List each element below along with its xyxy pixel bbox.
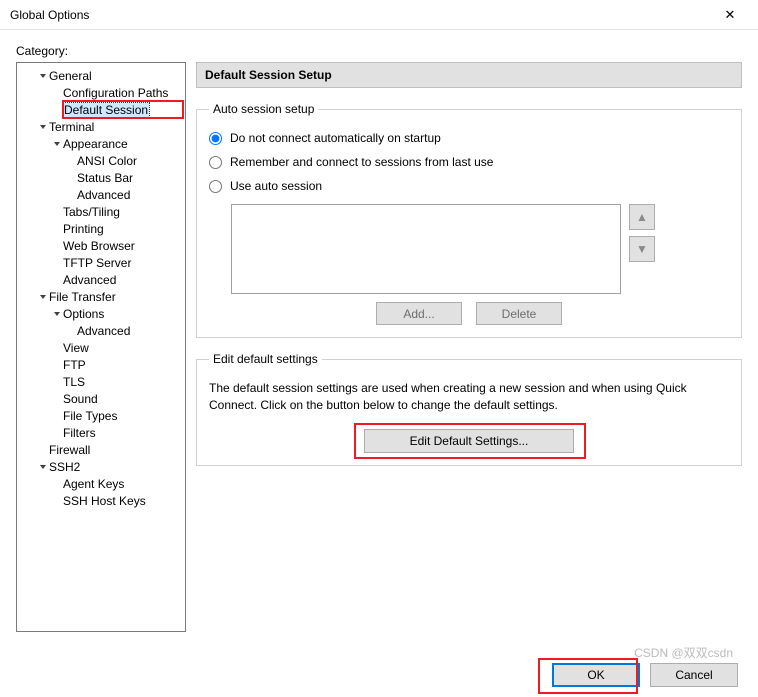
edit-defaults-description: The default session settings are used wh… [209, 380, 729, 415]
tree-item-label: Configuration Paths [63, 86, 168, 100]
chevron-down-icon[interactable] [51, 140, 63, 148]
edit-defaults-group: Edit default settings The default sessio… [196, 352, 742, 466]
tree-item-label: Default Session [63, 103, 149, 117]
tree-item-label: File Types [63, 409, 117, 423]
radio-use-auto[interactable]: Use auto session [209, 174, 729, 198]
titlebar: Global Options ✕ [0, 0, 758, 30]
tree-item-agent-keys[interactable]: Agent Keys [17, 475, 185, 492]
radio-use-auto-label: Use auto session [230, 179, 322, 193]
tree-item-label: Status Bar [77, 171, 133, 185]
tree-item-web-browser[interactable]: Web Browser [17, 237, 185, 254]
radio-remember[interactable]: Remember and connect to sessions from la… [209, 150, 729, 174]
window-title: Global Options [10, 8, 89, 22]
tree-item-label: Tabs/Tiling [63, 205, 120, 219]
tree-item-printing[interactable]: Printing [17, 220, 185, 237]
tree-item-label: ANSI Color [77, 154, 137, 168]
auto-session-group: Auto session setup Do not connect automa… [196, 102, 742, 338]
tree-item-label: SSH2 [49, 460, 80, 474]
tree-item-sound[interactable]: Sound [17, 390, 185, 407]
tree-item-advanced[interactable]: Advanced [17, 186, 185, 203]
listbox-actions: Add... Delete [209, 302, 729, 325]
arrow-down-icon: ▼ [636, 242, 648, 256]
auto-session-legend: Auto session setup [209, 102, 318, 116]
cancel-button[interactable]: Cancel [650, 663, 738, 687]
tree-item-label: General [49, 69, 92, 83]
tree-item-options[interactable]: Options [17, 305, 185, 322]
chevron-down-icon[interactable] [37, 72, 49, 80]
reorder-buttons: ▲ ▼ [629, 204, 655, 262]
radio-do-not-connect-label: Do not connect automatically on startup [230, 131, 441, 145]
tree-item-label: SSH Host Keys [63, 494, 146, 508]
section-header: Default Session Setup [196, 62, 742, 88]
radio-remember-label: Remember and connect to sessions from la… [230, 155, 493, 169]
session-listbox[interactable] [231, 204, 621, 294]
columns: General Configuration Paths Default Sessio… [16, 62, 742, 645]
tree-item-ansi-color[interactable]: ANSI Color [17, 152, 185, 169]
tree-item-label: Filters [63, 426, 96, 440]
edit-default-settings-button[interactable]: Edit Default Settings... [364, 429, 574, 453]
tree-item-tabs-tiling[interactable]: Tabs/Tiling [17, 203, 185, 220]
tree-item-advanced[interactable]: Advanced [17, 322, 185, 339]
tree-item-label: Terminal [49, 120, 94, 134]
tree-item-file-types[interactable]: File Types [17, 407, 185, 424]
radio-do-not-connect[interactable]: Do not connect automatically on startup [209, 126, 729, 150]
tree-item-label: Advanced [63, 273, 116, 287]
tree-item-label: Sound [63, 392, 98, 406]
edit-defaults-legend: Edit default settings [209, 352, 322, 366]
tree-item-status-bar[interactable]: Status Bar [17, 169, 185, 186]
radio-use-auto-input[interactable] [209, 180, 222, 193]
tree-item-label: Advanced [77, 324, 130, 338]
chevron-down-icon[interactable] [51, 310, 63, 318]
tree-item-label: TFTP Server [63, 256, 131, 270]
tree-item-label: FTP [63, 358, 86, 372]
tree-item-label: Firewall [49, 443, 90, 457]
delete-button[interactable]: Delete [476, 302, 562, 325]
arrow-up-icon: ▲ [636, 210, 648, 224]
ok-button[interactable]: OK [552, 663, 640, 687]
chevron-down-icon[interactable] [37, 293, 49, 301]
tree-item-default-session[interactable]: Default Session [17, 101, 185, 118]
tree-item-firewall[interactable]: Firewall [17, 441, 185, 458]
tree-item-configuration-paths[interactable]: Configuration Paths [17, 84, 185, 101]
tree-item-ftp[interactable]: FTP [17, 356, 185, 373]
tree-item-ssh-host-keys[interactable]: SSH Host Keys [17, 492, 185, 509]
edit-defaults-button-wrap: Edit Default Settings... [209, 429, 729, 453]
tree-item-label: Advanced [77, 188, 130, 202]
close-icon[interactable]: ✕ [710, 7, 750, 23]
tree-item-label: Options [63, 307, 104, 321]
tree-item-tls[interactable]: TLS [17, 373, 185, 390]
content-area: Category: General Configuration Paths Defa… [0, 30, 758, 697]
tree-item-tftp-server[interactable]: TFTP Server [17, 254, 185, 271]
chevron-down-icon[interactable] [37, 123, 49, 131]
tree-item-label: View [63, 341, 89, 355]
move-up-button[interactable]: ▲ [629, 204, 655, 230]
tree-item-ssh2[interactable]: SSH2 [17, 458, 185, 475]
radio-do-not-connect-input[interactable] [209, 132, 222, 145]
chevron-down-icon[interactable] [37, 463, 49, 471]
radio-remember-input[interactable] [209, 156, 222, 169]
category-tree[interactable]: General Configuration Paths Default Sessio… [16, 62, 186, 632]
tree-item-general[interactable]: General [17, 67, 185, 84]
tree-item-appearance[interactable]: Appearance [17, 135, 185, 152]
tree-item-label: Printing [63, 222, 104, 236]
footer: OK Cancel [16, 645, 742, 697]
tree-item-filters[interactable]: Filters [17, 424, 185, 441]
tree-item-view[interactable]: View [17, 339, 185, 356]
tree-item-file-transfer[interactable]: File Transfer [17, 288, 185, 305]
tree-item-terminal[interactable]: Terminal [17, 118, 185, 135]
tree-item-label: File Transfer [49, 290, 116, 304]
tree-item-label: TLS [63, 375, 85, 389]
tree-item-label: Web Browser [63, 239, 135, 253]
category-label: Category: [16, 44, 742, 58]
tree-item-label: Appearance [63, 137, 128, 151]
right-pane: Default Session Setup Auto session setup… [196, 62, 742, 645]
tree-item-label: Agent Keys [63, 477, 124, 491]
move-down-button[interactable]: ▼ [629, 236, 655, 262]
add-button[interactable]: Add... [376, 302, 462, 325]
session-list-row: ▲ ▼ [231, 204, 729, 294]
tree-item-advanced[interactable]: Advanced [17, 271, 185, 288]
